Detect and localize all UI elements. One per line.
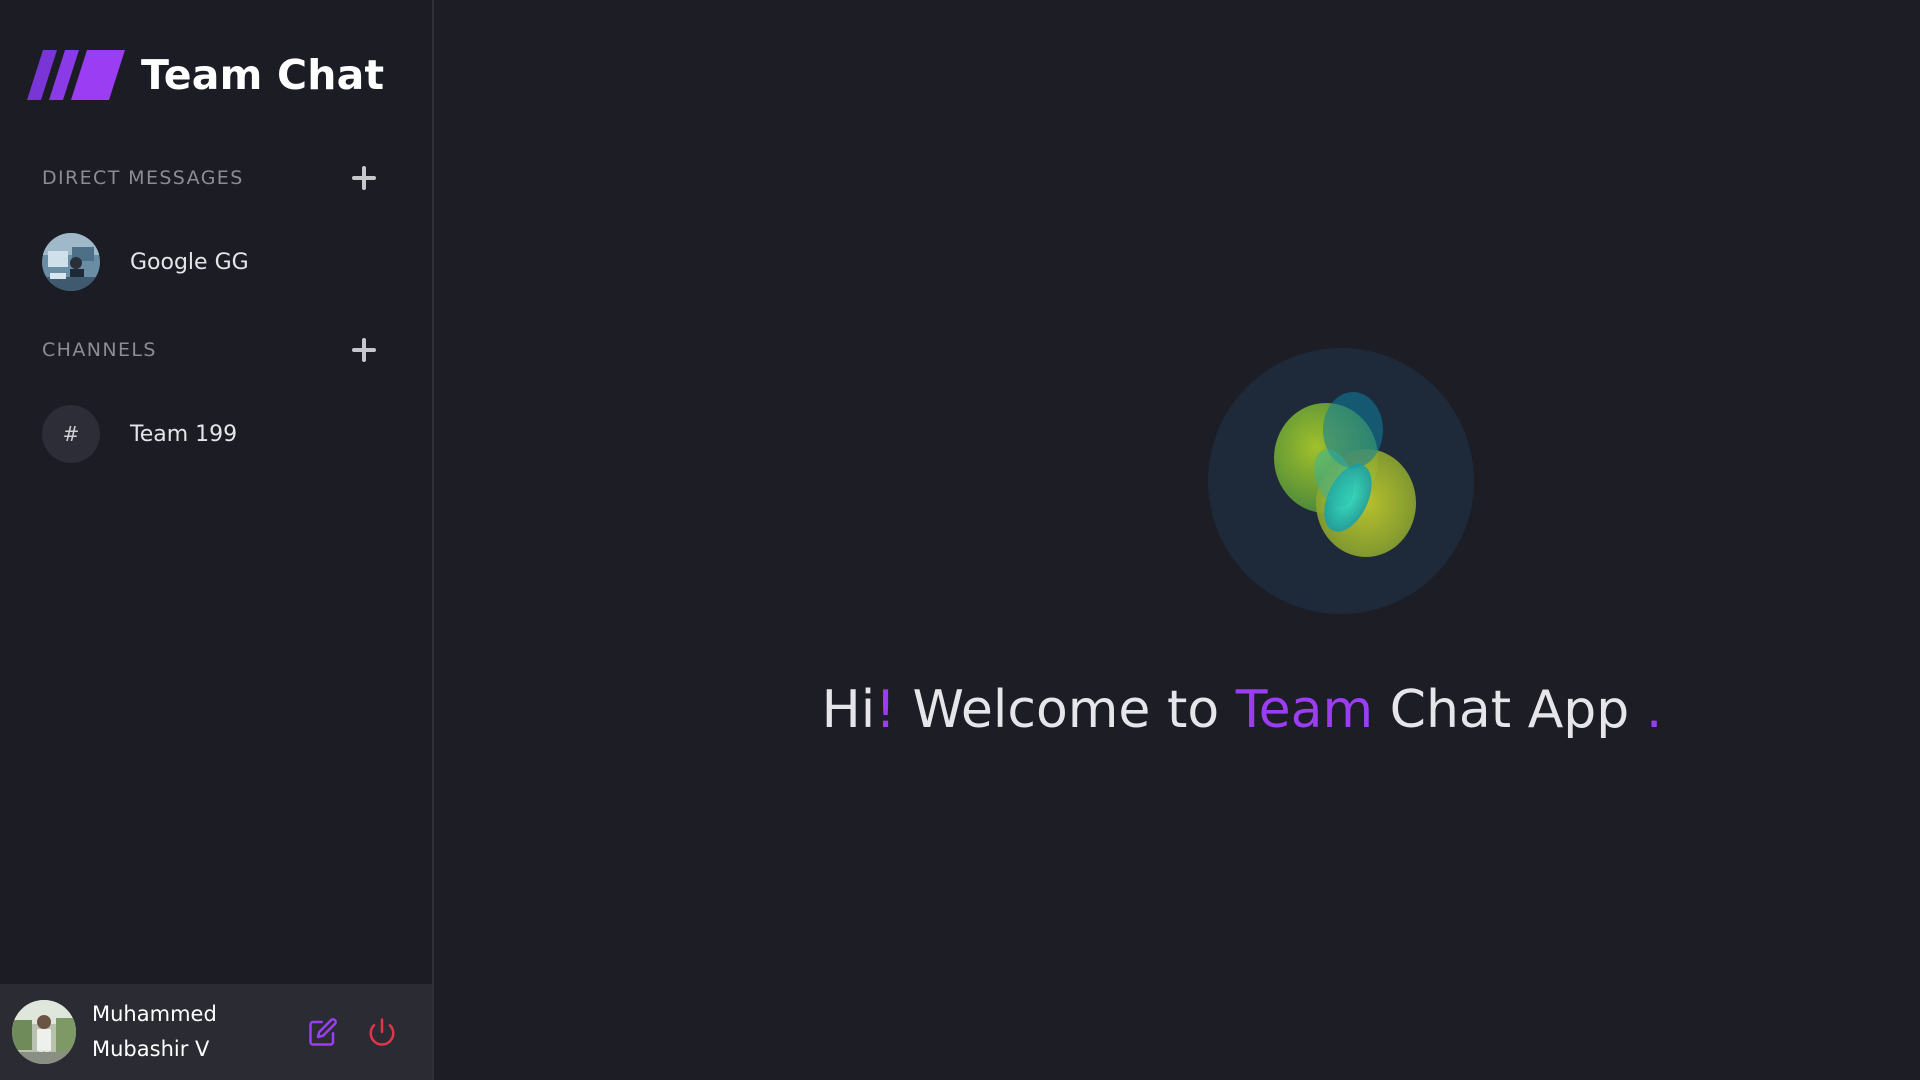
channels-title: CHANNELS <box>42 339 157 361</box>
avatar <box>42 233 100 291</box>
direct-messages-header: DIRECT MESSAGES <box>42 158 378 198</box>
welcome-text: Welcome to <box>896 680 1236 740</box>
edit-icon <box>309 1018 337 1046</box>
welcome-exclaim: ! <box>875 680 897 740</box>
dm-item-google-gg[interactable]: Google GG <box>42 232 402 292</box>
add-channel-button[interactable] <box>350 336 378 364</box>
direct-messages-title: DIRECT MESSAGES <box>42 167 244 189</box>
edit-profile-button[interactable] <box>306 1015 340 1049</box>
logo-icon <box>27 50 125 100</box>
brand: Team Chat <box>13 50 384 100</box>
welcome-message: Hi! Welcome to Team Chat App . <box>434 680 1920 740</box>
welcome-app-text: Chat App <box>1373 680 1646 740</box>
channel-item-team-199[interactable]: # Team 199 <box>42 404 402 464</box>
profile-name-line-1: Muhammed <box>92 1002 217 1026</box>
welcome-orb-icon <box>1208 348 1474 614</box>
profile-actions <box>306 1015 424 1049</box>
user-photo-icon <box>42 233 100 291</box>
welcome-dot: . <box>1645 680 1663 740</box>
channels-header: CHANNELS <box>42 330 378 370</box>
avatar[interactable] <box>12 1000 76 1064</box>
profile-name-line-2: Mubashir V <box>92 1037 210 1061</box>
logout-button[interactable] <box>365 1015 399 1049</box>
welcome-hi: Hi <box>821 680 876 740</box>
user-photo-icon <box>12 1000 76 1064</box>
welcome-accent-word: Team <box>1235 680 1374 740</box>
app-window: Team Chat DIRECT MESSAGES Google GG CHAN… <box>0 0 1920 1080</box>
add-direct-message-button[interactable] <box>350 164 378 192</box>
profile-name: Muhammed Mubashir V <box>92 997 302 1067</box>
app-title: Team Chat <box>141 50 385 99</box>
main-panel: Hi! Welcome to Team Chat App . <box>434 0 1920 1080</box>
dm-item-label: Google GG <box>130 249 249 275</box>
sidebar: Team Chat DIRECT MESSAGES Google GG CHAN… <box>0 0 434 1080</box>
channel-item-label: Team 199 <box>130 421 238 447</box>
hash-icon: # <box>42 405 100 463</box>
power-icon <box>369 1018 395 1046</box>
profile-bar: Muhammed Mubashir V <box>0 984 432 1080</box>
